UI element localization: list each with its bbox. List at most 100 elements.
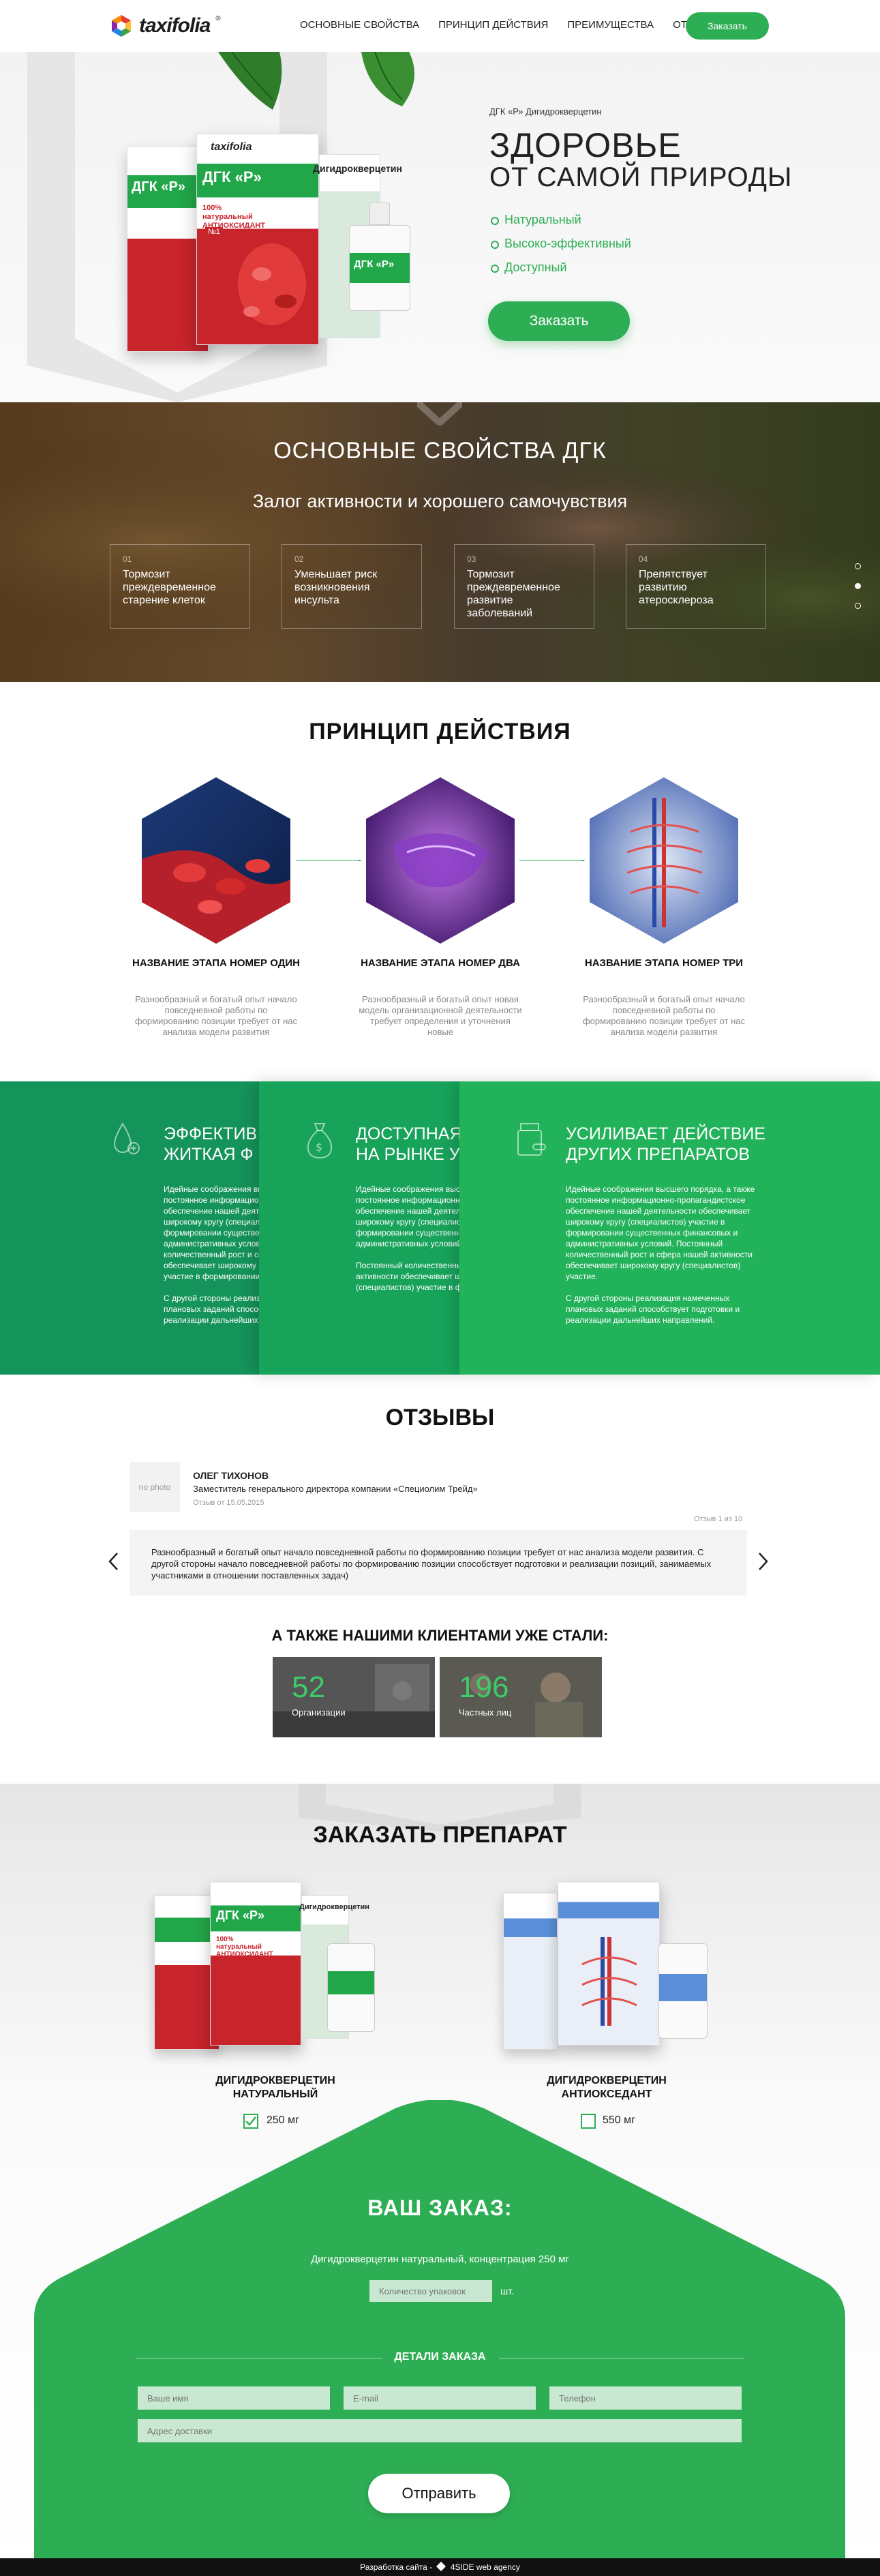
reviewer-role: Заместитель генерального директора компа…: [193, 1484, 478, 1494]
hero-title-line1: ЗДОРОВЬЕ: [489, 126, 682, 164]
property-text: Тормозит преждевременное развитие заболе…: [467, 569, 560, 619]
property-card: 03 Тормозит преждевременное развитие заб…: [454, 544, 594, 629]
advantage-body: Идейные соображения высшего порядка, а т…: [566, 1184, 763, 1326]
advantage-title: ДОСТУПНАЯ НА РЫНКЕ У: [356, 1124, 459, 1165]
review-counter: Отзыв 1 из 10: [694, 1515, 743, 1523]
slider-pagination: [855, 563, 861, 623]
property-number: 03: [467, 554, 476, 564]
logo-text: taxifolia: [139, 14, 211, 37]
property-number: 02: [294, 554, 304, 564]
property-text: Препятствует развитию атеросклероза: [639, 569, 714, 606]
section-chevron-icon: [417, 402, 462, 425]
package-side-name: Дигидрокверцетин: [313, 163, 402, 174]
product-antioxidant-image[interactable]: [503, 1882, 721, 2052]
advantage-title-line1: УСИЛИВАЕТ ДЕЙСТВИЕ: [566, 1124, 766, 1143]
email-field[interactable]: [344, 2386, 536, 2410]
advantage-title-line2: ДРУГИХ ПРЕПАРАТОВ: [566, 1145, 750, 1164]
submit-order-button[interactable]: Отправить: [368, 2474, 510, 2513]
review-date: Отзыв от 15.05.2015: [193, 1499, 264, 1507]
property-text: Уменьшает риск возникновения инсульта: [294, 569, 378, 606]
advantage-body-text2: С другой стороны реализация намеченных п…: [164, 1293, 259, 1325]
review-text-box: Разнообразный и богатый опыт начало повс…: [130, 1530, 747, 1596]
pagination-dot-active[interactable]: [855, 583, 861, 589]
reviews-title: ОТЗЫВЫ: [385, 1405, 495, 1431]
advantage-card[interactable]: $ ДОСТУПНАЯ НА РЫНКЕ У Идейные соображени…: [259, 1081, 459, 1375]
hero-product-image: ДГК «Р» taxifolia ДГК «Р» 100% натуральн…: [123, 134, 450, 359]
site-footer: Разработка сайта - 4SIDE web agency: [0, 2558, 880, 2576]
leaves-decoration: [218, 52, 414, 110]
nav-link-properties[interactable]: ОСНОВНЫЕ СВОЙСТВА: [300, 19, 419, 31]
advantage-body-text: Идейные соображения высшего порядка, а т…: [356, 1184, 459, 1248]
properties-subtitle: Залог активности и хорошего самочувствия: [252, 491, 628, 511]
advantage-card[interactable]: ЭФФЕКТИВ ЖИТКАЯ Ф Идейные соображения выс…: [0, 1081, 259, 1375]
product-name-line1: ДИГИДРОКВЕРЦЕТИН: [215, 2075, 335, 2086]
stage-connector-arrow: [296, 860, 361, 861]
footer-agency-link[interactable]: 4SIDE web agency: [451, 2562, 520, 2572]
order-summary: Дигидрокверцетин натуральный, концентрац…: [311, 2253, 569, 2265]
pagination-dot[interactable]: [855, 603, 861, 609]
package-front: taxifolia ДГК «Р» 100% натуральный АНТИО…: [196, 134, 319, 345]
package-side-name: Дигидрокверцетин: [299, 1903, 369, 1911]
package-label: ДГК «Р»: [216, 1908, 265, 1922]
phone-field[interactable]: [549, 2386, 742, 2410]
property-card: 01 Тормозит преждевременное старение кле…: [110, 544, 250, 629]
pagination-dot[interactable]: [855, 563, 861, 569]
stat-number: 52: [292, 1671, 325, 1704]
product-name: ДИГИДРОКВЕРЦЕТИН НАТУРАЛЬНЫЙ: [187, 2074, 364, 2101]
stage-two-hexagon-image: [366, 777, 515, 944]
properties-section: ОСНОВНЫЕ СВОЙСТВА ДГК Залог активности и…: [0, 402, 880, 682]
package-front-label: ДГК «Р»: [202, 168, 262, 185]
stage-name: НАЗВАНИЕ ЭТАПА НОМЕР ДВА: [361, 957, 520, 969]
logo-hex-icon: [112, 15, 131, 37]
clients-title: А ТАКЖЕ НАШИМИ КЛИЕНТАМИ УЖЕ СТАЛИ:: [271, 1627, 609, 1644]
quantity-input[interactable]: [369, 2280, 492, 2302]
advantage-body-text: Идейные соображения высшего порядка, а т…: [566, 1184, 755, 1281]
stat-number: 196: [459, 1671, 509, 1704]
advantage-title: ЭФФЕКТИВ ЖИТКАЯ Ф: [164, 1124, 257, 1165]
product-name-line2: НАТУРАЛЬНЫЙ: [232, 2088, 318, 2100]
advantage-card[interactable]: УСИЛИВАЕТ ДЕЙСТВИЕ ДРУГИХ ПРЕПАРАТОВ Идей…: [459, 1081, 880, 1375]
name-field[interactable]: [138, 2386, 330, 2410]
package-brand: taxifolia: [211, 141, 252, 153]
stage-name: НАЗВАНИЕ ЭТАПА НОМЕР ТРИ: [584, 957, 744, 969]
properties-title: ОСНОВНЫЕ СВОЙСТВА ДГК: [273, 438, 607, 464]
advantages-section: ЭФФЕКТИВ ЖИТКАЯ Ф Идейные соображения выс…: [0, 1081, 880, 1375]
address-field[interactable]: [138, 2419, 742, 2442]
header-order-button[interactable]: Заказать: [686, 12, 769, 40]
advantage-title-line2: НА РЫНКЕ У: [356, 1145, 459, 1164]
stage-description: Разнообразный и богатый опыт начало повс…: [134, 994, 298, 1037]
nav-link-advantages[interactable]: ПРЕИМУЩЕСТВА: [567, 19, 654, 31]
main-nav: ОСНОВНЫЕ СВОЙСТВА ПРИНЦИП ДЕЙСТВИЯ ПРЕИМ…: [300, 19, 718, 31]
advantage-body: Идейные соображения высшего порядка, а т…: [164, 1184, 259, 1326]
stat-label: Организации: [292, 1707, 346, 1718]
svg-text:$: $: [316, 1141, 322, 1154]
footer-text: Разработка сайта -: [360, 2562, 433, 2572]
product-name-line1: ДИГИДРОКВЕРЦЕТИН: [547, 2075, 667, 2086]
brand-logo[interactable]: taxifolia ®: [109, 12, 221, 40]
hero-title-line2: ОТ САМОЙ ПРИРОДЫ: [489, 162, 793, 192]
chevron-left-icon[interactable]: [108, 1552, 119, 1571]
property-card: 04 Препятствует развитию атеросклероза: [626, 544, 766, 629]
advantage-body: Идейные соображения высшего порядка, а т…: [356, 1184, 459, 1293]
advantage-title-line2: ЖИТКАЯ Ф: [164, 1145, 254, 1164]
heart-illustration: [238, 243, 306, 325]
product-name: ДИГИДРОКВЕРЦЕТИН АНТИОКСЕДАНТ: [518, 2074, 695, 2101]
reviewer-name: ОЛЕГ ТИХОНОВ: [193, 1470, 269, 1481]
product-name-line2: АНТИОКСЕДАНТ: [561, 2088, 652, 2100]
principle-title: ПРИНЦИП ДЕЙСТВИЯ: [309, 719, 571, 745]
stat-card-organizations: 52 Организации: [273, 1657, 435, 1737]
package-back-label: ДГК «Р»: [132, 179, 185, 194]
stat-card-individuals: 196 Частных лиц: [440, 1657, 602, 1737]
hero-order-button[interactable]: Заказать: [488, 301, 630, 341]
your-order-title: ВАШ ЗАКАЗ:: [367, 2196, 513, 2220]
stage-one-hexagon-image: [142, 777, 290, 944]
advantage-body-text2: С другой стороны реализация намеченных п…: [566, 1293, 740, 1325]
nav-link-principle[interactable]: ПРИНЦИП ДЕЙСТВИЯ: [438, 19, 548, 31]
bottle-label: ДГК «Р»: [354, 258, 395, 270]
product-natural-image[interactable]: ДГК «Р» 100% натуральный АНТИОКСИДАНТ Ди…: [151, 1882, 383, 2052]
property-number: 01: [123, 554, 132, 564]
chevron-right-icon[interactable]: [758, 1552, 769, 1571]
advantage-title-line1: ЭФФЕКТИВ: [164, 1124, 258, 1143]
money-bag-icon: $: [307, 1123, 333, 1159]
bottle: ДГК «Р»: [349, 202, 410, 311]
